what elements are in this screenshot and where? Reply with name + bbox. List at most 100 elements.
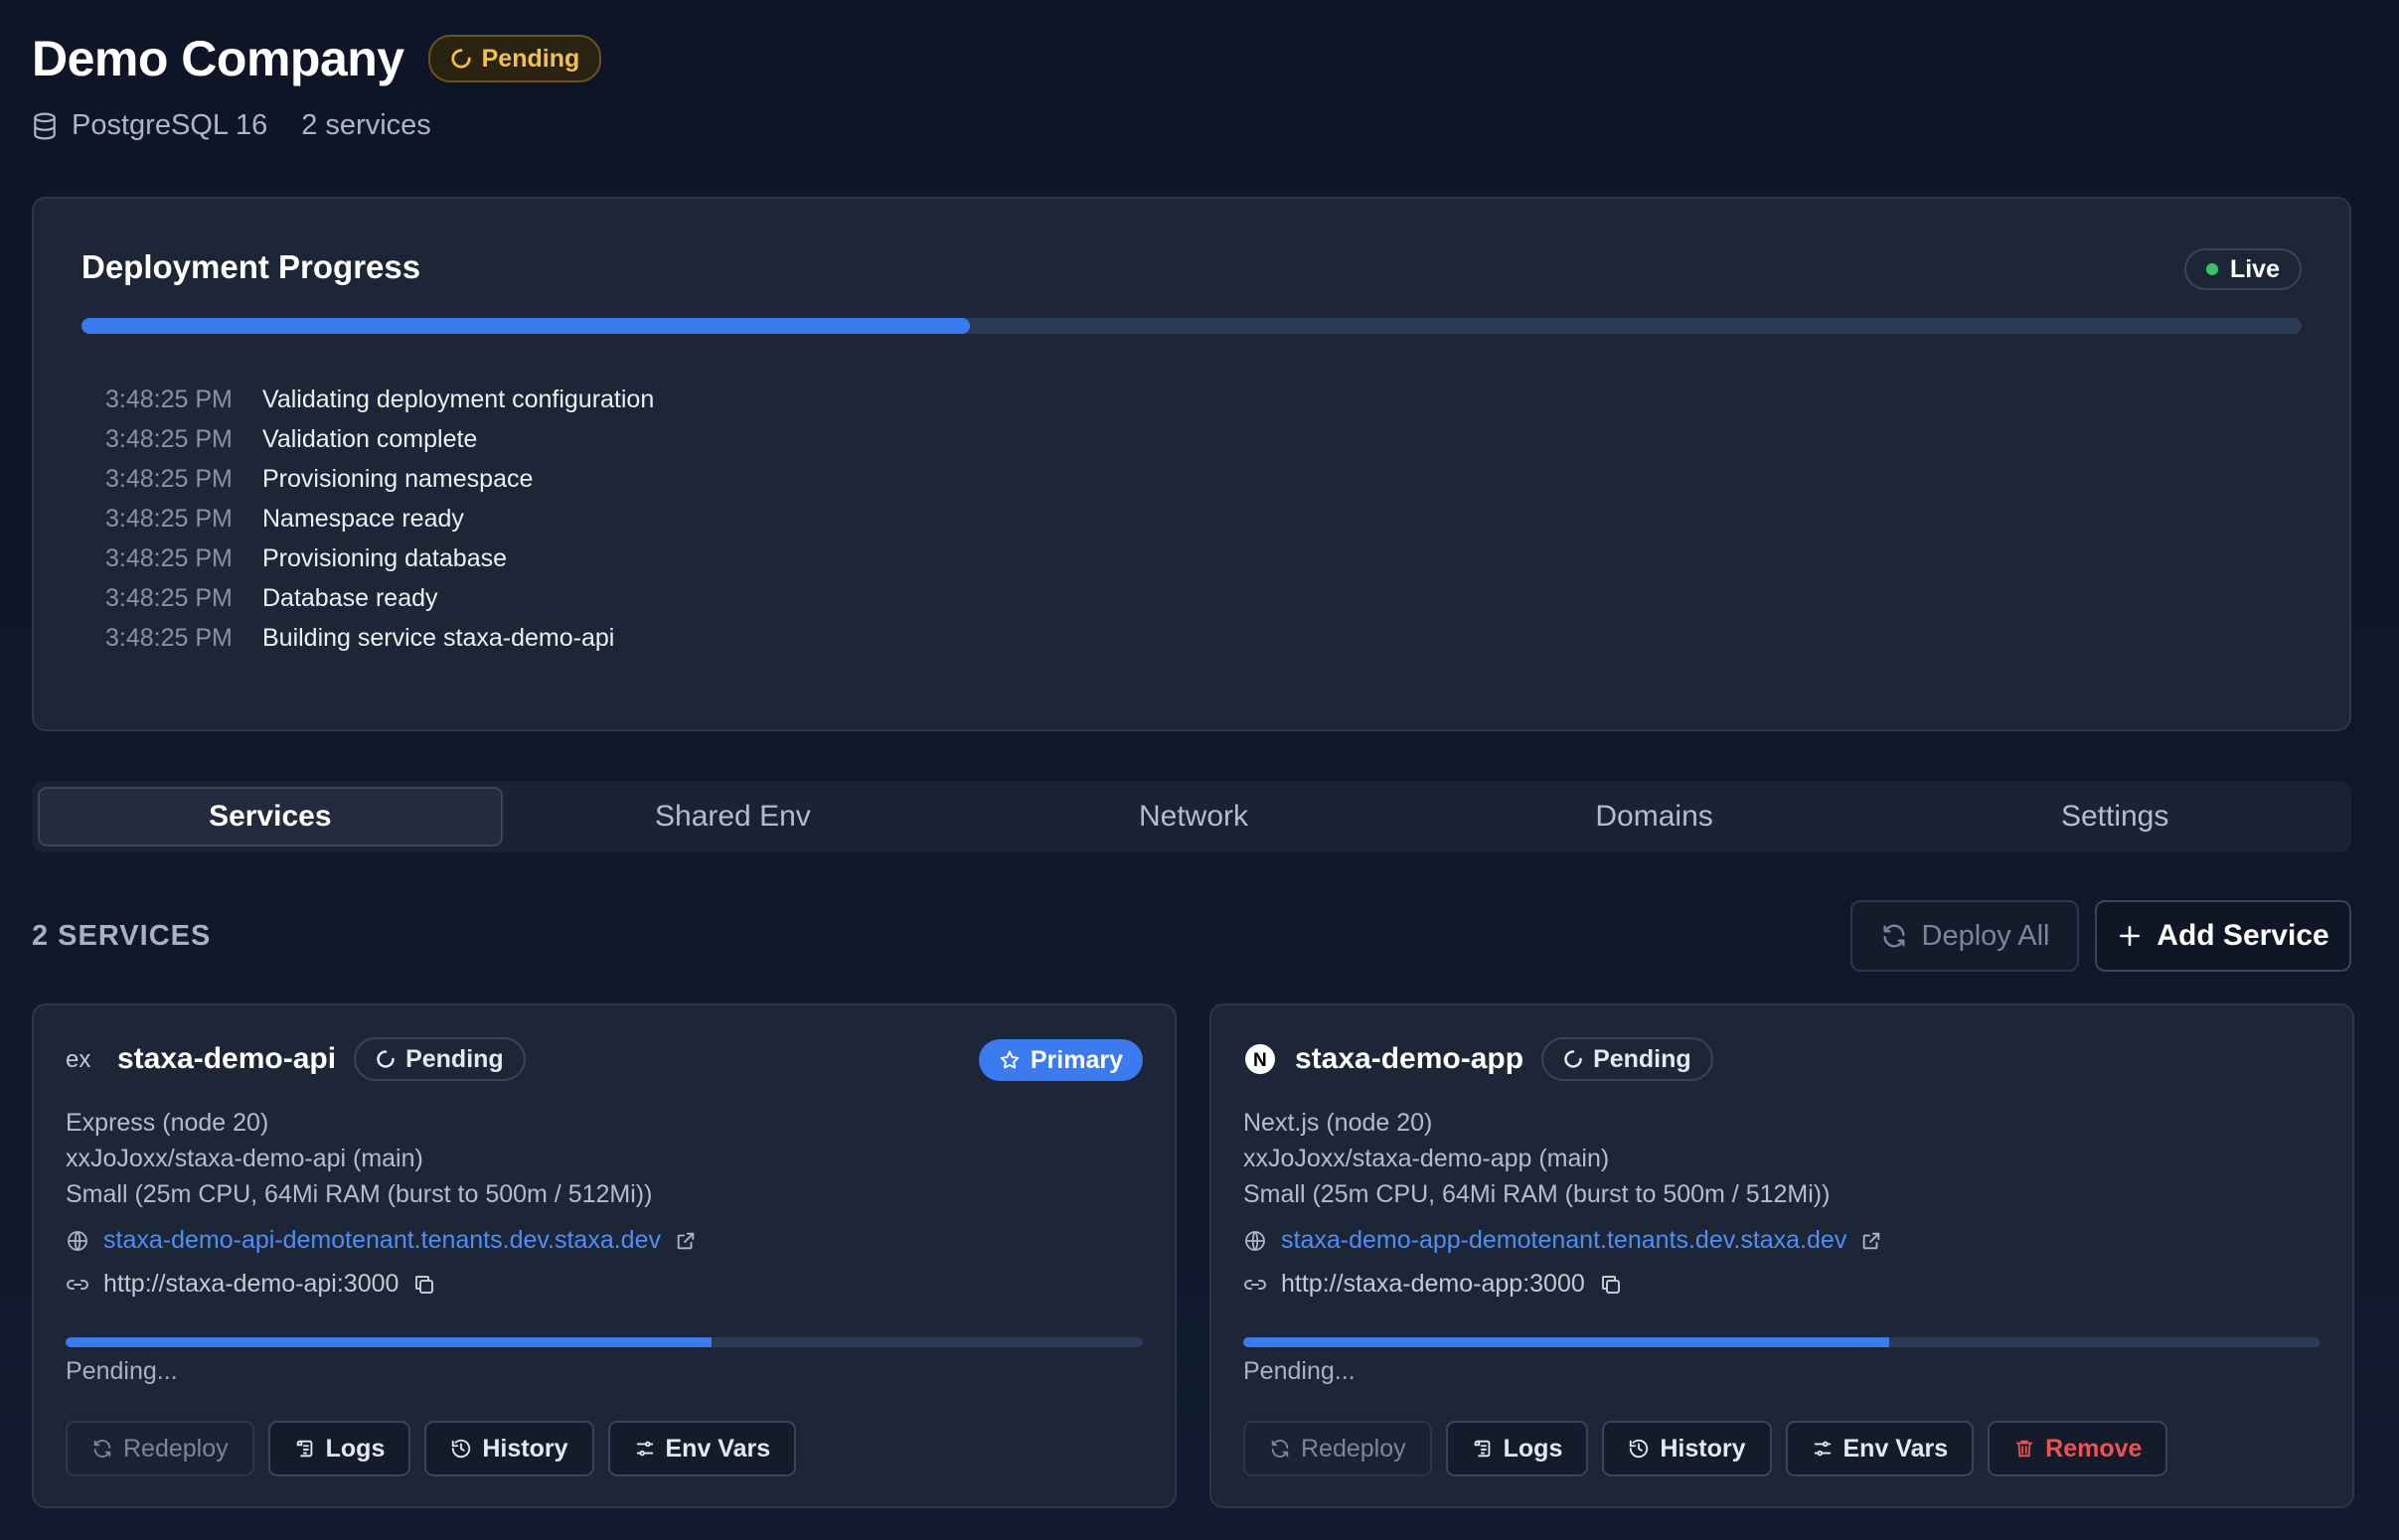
page-title: Demo Company xyxy=(32,31,404,86)
env-vars-label: Env Vars xyxy=(665,1434,771,1463)
globe-icon xyxy=(68,1230,87,1251)
service-name[interactable]: staxa-demo-app xyxy=(1295,1042,1523,1076)
log-time: 3:48:25 PM xyxy=(105,623,233,652)
log-message: Building service staxa-demo-api xyxy=(262,623,615,652)
service-status-badge: Pending xyxy=(1541,1037,1713,1081)
tab-shared-env[interactable]: Shared Env xyxy=(503,787,964,847)
log-time: 3:48:25 PM xyxy=(105,543,233,572)
services-count: 2 services xyxy=(301,109,431,141)
tab-domains[interactable]: Domains xyxy=(1424,787,1885,847)
services-heading: 2 SERVICES xyxy=(32,920,212,952)
service-name[interactable]: staxa-demo-api xyxy=(117,1042,336,1076)
log-time: 3:48:25 PM xyxy=(105,424,233,453)
env-vars-button[interactable]: Env Vars xyxy=(607,1421,797,1476)
spinner-icon xyxy=(451,49,471,69)
tab-network[interactable]: Network xyxy=(963,787,1424,847)
logs-label: Logs xyxy=(325,1434,386,1463)
deploy-all-label: Deploy All xyxy=(1921,919,2050,952)
service-progress-label: Pending... xyxy=(1243,1357,1356,1385)
log-entry: 3:48:25 PM Namespace ready xyxy=(105,499,654,539)
service-framework: Next.js (node 20) xyxy=(1243,1109,1433,1137)
database-label: PostgreSQL 16 xyxy=(72,109,268,141)
tab-bar: Services Shared Env Network Domains Sett… xyxy=(32,781,2351,852)
refresh-icon xyxy=(1883,924,1905,948)
log-entry: 3:48:25 PM Provisioning database xyxy=(105,539,654,578)
history-icon xyxy=(1630,1439,1649,1459)
deploy-all-button[interactable]: Deploy All xyxy=(1850,900,2079,972)
status-badge: Pending xyxy=(427,35,602,82)
express-icon: ex xyxy=(66,1042,99,1076)
live-label: Live xyxy=(2229,254,2280,283)
service-framework: Express (node 20) xyxy=(66,1109,269,1137)
service-progress-bar xyxy=(66,1337,1143,1347)
primary-badge: Primary xyxy=(978,1039,1143,1081)
add-service-button[interactable]: Add Service xyxy=(2095,900,2351,972)
service-card: ex staxa-demo-api Pending Primary Expres… xyxy=(32,1003,1177,1508)
history-icon xyxy=(452,1439,471,1459)
service-progress-label: Pending... xyxy=(66,1357,178,1385)
panel-title: Deployment Progress xyxy=(81,248,421,285)
redeploy-label: Redeploy xyxy=(123,1434,229,1463)
log-message: Provisioning namespace xyxy=(262,464,534,493)
service-internal-url: http://staxa-demo-api:3000 xyxy=(103,1270,400,1298)
service-public-url[interactable]: staxa-demo-app-demotenant.tenants.dev.st… xyxy=(1281,1226,1846,1255)
service-internal-url: http://staxa-demo-app:3000 xyxy=(1281,1270,1585,1298)
primary-label: Primary xyxy=(1030,1045,1123,1074)
deployment-progress-panel: Deployment Progress Live 3:48:25 PM Valid… xyxy=(32,197,2351,731)
link-icon xyxy=(1244,1279,1266,1290)
log-message: Validation complete xyxy=(262,424,478,453)
service-progress-fill xyxy=(1243,1337,1890,1347)
globe-icon xyxy=(1245,1230,1265,1251)
external-link-icon[interactable] xyxy=(675,1230,697,1252)
database-icon xyxy=(34,112,56,139)
services-section-header: 2 SERVICES Deploy All Add Service xyxy=(32,900,2351,972)
copy-icon[interactable] xyxy=(1599,1273,1623,1297)
deployment-progress-bar xyxy=(81,318,2302,334)
remove-button[interactable]: Remove xyxy=(1988,1421,2168,1476)
service-public-url[interactable]: staxa-demo-api-demotenant.tenants.dev.st… xyxy=(103,1226,661,1255)
history-button[interactable]: History xyxy=(1602,1421,1772,1476)
live-dot-icon xyxy=(2205,263,2218,275)
external-link-icon[interactable] xyxy=(1860,1230,1882,1252)
add-service-label: Add Service xyxy=(2157,919,2329,952)
log-entry: 3:48:25 PM Validation complete xyxy=(105,419,654,459)
service-status-badge: Pending xyxy=(354,1037,526,1081)
deployment-log: 3:48:25 PM Validating deployment configur… xyxy=(105,380,654,658)
star-icon xyxy=(1000,1050,1020,1069)
sliders-icon xyxy=(636,1441,653,1457)
nextjs-icon: N xyxy=(1243,1042,1277,1076)
redeploy-button[interactable]: Redeploy xyxy=(66,1421,254,1476)
log-time: 3:48:25 PM xyxy=(105,464,233,493)
env-vars-button[interactable]: Env Vars xyxy=(1785,1421,1975,1476)
service-progress-bar xyxy=(1243,1337,2320,1347)
service-card: N staxa-demo-app Pending Next.js (node 2… xyxy=(1209,1003,2354,1508)
trash-icon xyxy=(2015,1440,2033,1458)
log-entry: 3:48:25 PM Validating deployment configur… xyxy=(105,380,654,419)
link-icon xyxy=(67,1279,88,1290)
logs-button[interactable]: Logs xyxy=(267,1421,411,1476)
scroll-icon xyxy=(1474,1440,1490,1458)
refresh-icon xyxy=(93,1440,111,1458)
service-progress-fill xyxy=(66,1337,713,1347)
logs-button[interactable]: Logs xyxy=(1445,1421,1589,1476)
service-status-label: Pending xyxy=(405,1044,504,1073)
status-badge-label: Pending xyxy=(481,44,580,73)
tab-services[interactable]: Services xyxy=(38,787,503,847)
tab-settings[interactable]: Settings xyxy=(1884,787,2345,847)
plus-icon xyxy=(2120,926,2141,946)
service-status-label: Pending xyxy=(1593,1044,1691,1073)
sliders-icon xyxy=(1814,1441,1831,1457)
log-message: Database ready xyxy=(262,583,438,612)
refresh-icon xyxy=(1271,1440,1289,1458)
log-message: Provisioning database xyxy=(262,543,507,572)
history-button[interactable]: History xyxy=(424,1421,594,1476)
history-label: History xyxy=(482,1434,568,1463)
log-entry: 3:48:25 PM Provisioning namespace xyxy=(105,459,654,499)
log-message: Validating deployment configuration xyxy=(262,385,655,413)
log-time: 3:48:25 PM xyxy=(105,385,233,413)
log-time: 3:48:25 PM xyxy=(105,504,233,533)
redeploy-button[interactable]: Redeploy xyxy=(1243,1421,1432,1476)
copy-icon[interactable] xyxy=(412,1273,436,1297)
history-label: History xyxy=(1660,1434,1746,1463)
meta-row: PostgreSQL 16 2 services xyxy=(32,109,601,142)
